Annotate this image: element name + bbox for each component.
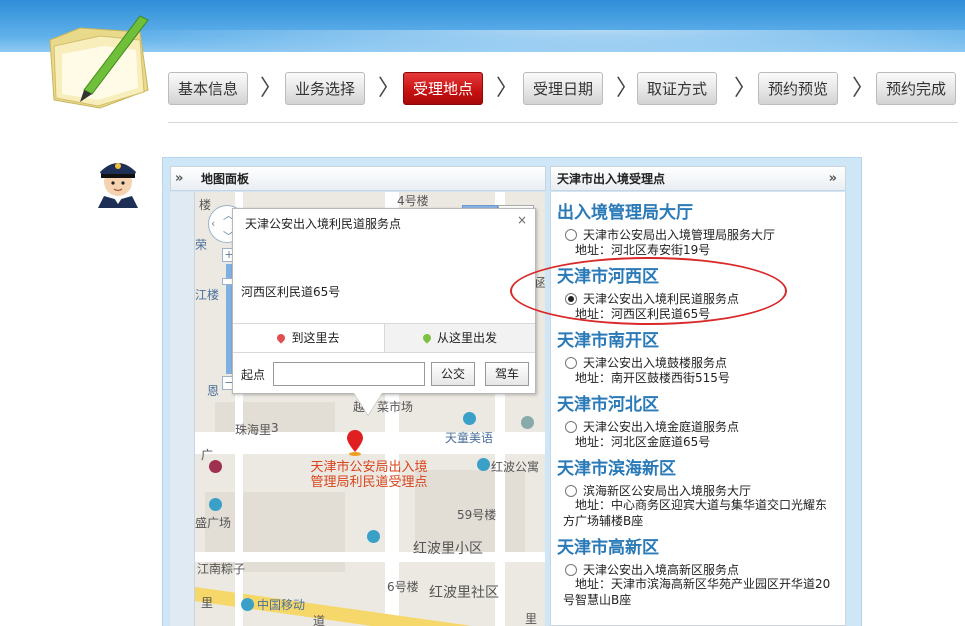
group-title: 天津市南开区 — [557, 331, 659, 351]
map-label: 江南粽子 — [197, 562, 246, 576]
map-road — [195, 552, 545, 562]
map-label: 59号楼 — [457, 508, 497, 522]
pin-green-icon — [421, 332, 433, 344]
map-label: 中国移动 — [257, 598, 306, 612]
group-title: 天津市高新区 — [557, 538, 659, 558]
map-label: 江楼 — [195, 288, 220, 302]
location-address: 地址：河北区金庭道65号 — [575, 435, 711, 449]
map-label: 荣 — [195, 238, 208, 252]
map-label: 菜市场 — [377, 400, 414, 414]
bus-route-button[interactable]: 公交 — [431, 362, 475, 386]
map-label: 红波里小区 — [413, 541, 483, 557]
poi-icon — [367, 530, 380, 543]
poi-icon — [477, 458, 490, 471]
map-label: 6号楼 — [387, 580, 419, 594]
step-separator: 〉 — [378, 76, 401, 101]
location-address: 地址：河北区寿安街19号 — [575, 243, 711, 257]
location-name: 天津公安出入境高新区服务点 — [583, 563, 740, 577]
map-label: 3 — [271, 421, 279, 435]
location-name: 天津市公安局出入境管理局服务大厅 — [583, 228, 776, 242]
step-separator: 〉 — [260, 76, 283, 101]
map-label: 里 — [525, 612, 538, 626]
map-label: 红波公寓 — [491, 460, 540, 474]
start-point-input[interactable] — [273, 362, 425, 386]
step-basic-info[interactable]: 基本信息 — [168, 72, 249, 105]
pin-red-icon — [275, 332, 288, 344]
close-icon[interactable]: × — [517, 213, 527, 227]
poi-icon — [209, 498, 222, 511]
map-label: 盛广场 — [195, 516, 232, 530]
start-point-label: 起点 — [241, 368, 266, 382]
step-pickup-method[interactable]: 取证方式 — [637, 72, 718, 105]
police-avatar-icon — [98, 163, 138, 208]
marker-label: 天津市公安局出入境 管理局利民道受理点 — [299, 460, 439, 490]
step-preview[interactable]: 预约预览 — [758, 72, 839, 105]
step-separator: 〉 — [496, 76, 519, 101]
step-location[interactable]: 受理地点 — [403, 72, 484, 105]
header-divider — [168, 122, 958, 123]
step-business-select[interactable]: 业务选择 — [285, 72, 366, 105]
info-window-pointer — [354, 393, 382, 415]
map-label: 珠海里 — [235, 423, 272, 437]
step-separator: 〉 — [734, 76, 757, 101]
tab-start-here-label: 从这里出发 — [436, 331, 497, 345]
folder-pen-icon — [49, 15, 149, 109]
info-window-title: 天津公安出入境利民道服务点 — [245, 217, 402, 231]
location-name: 天津公安出入境鼓楼服务点 — [583, 356, 728, 370]
poi-icon — [521, 416, 534, 429]
side-panel-header: 天津市出入境受理点 » — [550, 166, 846, 191]
pan-left-icon[interactable]: ‹ — [211, 217, 215, 230]
location-name: 天津公安出入境金庭道服务点 — [583, 420, 740, 434]
location-name: 滨海新区公安局出入境服务大厅 — [583, 484, 752, 498]
poi-icon — [241, 598, 254, 611]
location-address: 地址：中心商务区迎宾大道与集华道交口光耀东方广场辅楼B座 — [563, 498, 828, 528]
location-marker-icon[interactable] — [346, 430, 364, 456]
radio-button[interactable] — [565, 357, 577, 369]
info-window-address: 河西区利民道65号 — [241, 285, 341, 299]
highlight-circle — [510, 257, 787, 325]
map-panel-title: 地图面板 — [201, 172, 250, 186]
collapse-side-icon[interactable]: » — [829, 167, 837, 191]
map-panel-header: » 地图面板 — [170, 166, 546, 191]
location-list: 出入境管理局大厅 天津市公安局出入境管理局服务大厅 地址：河北区寿安街19号 天… — [550, 192, 846, 626]
map-label: 恩 — [207, 384, 220, 398]
tab-go-here-label: 到这里去 — [291, 331, 340, 345]
map-label: 红波里社区 — [429, 585, 499, 601]
marker-label-line: 管理局利民道受理点 — [310, 475, 428, 490]
speech-pointer — [154, 180, 170, 192]
group-title: 天津市河北区 — [557, 395, 659, 415]
radio-button[interactable] — [565, 564, 577, 576]
radio-button[interactable] — [565, 229, 577, 241]
map-label: 天童美语 — [445, 431, 494, 445]
map-label: 里 — [201, 596, 214, 610]
step-date[interactable]: 受理日期 — [523, 72, 604, 105]
info-window: 天津公安出入境利民道服务点 × 河西区利民道65号 到这里去 从这里出发 起点 … — [232, 208, 536, 394]
step-separator: 〉 — [852, 76, 875, 101]
step-complete[interactable]: 预约完成 — [876, 72, 957, 105]
step-separator: 〉 — [616, 76, 639, 101]
marker-label-line: 天津市公安局出入境 — [310, 460, 428, 475]
map-label: 楼 — [199, 198, 212, 212]
radio-button[interactable] — [565, 485, 577, 497]
side-panel-title: 天津市出入境受理点 — [557, 172, 666, 186]
location-address: 地址：南开区鼓楼西街515号 — [575, 371, 730, 385]
tab-start-here[interactable]: 从这里出发 — [385, 324, 535, 352]
radio-button[interactable] — [565, 421, 577, 433]
drive-route-button[interactable]: 驾车 — [485, 362, 529, 386]
map-label: 广 — [201, 448, 214, 462]
map-label: 4号楼 — [397, 194, 429, 208]
group-title: 天津市滨海新区 — [557, 459, 676, 479]
map-label: 道 — [313, 614, 326, 626]
map-left-strip — [170, 192, 195, 626]
tab-go-here[interactable]: 到这里去 — [233, 324, 385, 352]
collapse-map-icon[interactable]: » — [175, 167, 183, 191]
group-title: 出入境管理局大厅 — [557, 203, 693, 223]
progress-steps: 基本信息 〉 业务选择 〉 受理地点 〉 受理日期 〉 取证方式 〉 预约预览 … — [168, 72, 958, 106]
location-address: 地址：天津市滨海高新区华苑产业园区开华道20号智慧山B座 — [563, 577, 831, 607]
route-tabs: 到这里去 从这里出发 — [233, 323, 535, 353]
poi-icon — [463, 412, 476, 425]
